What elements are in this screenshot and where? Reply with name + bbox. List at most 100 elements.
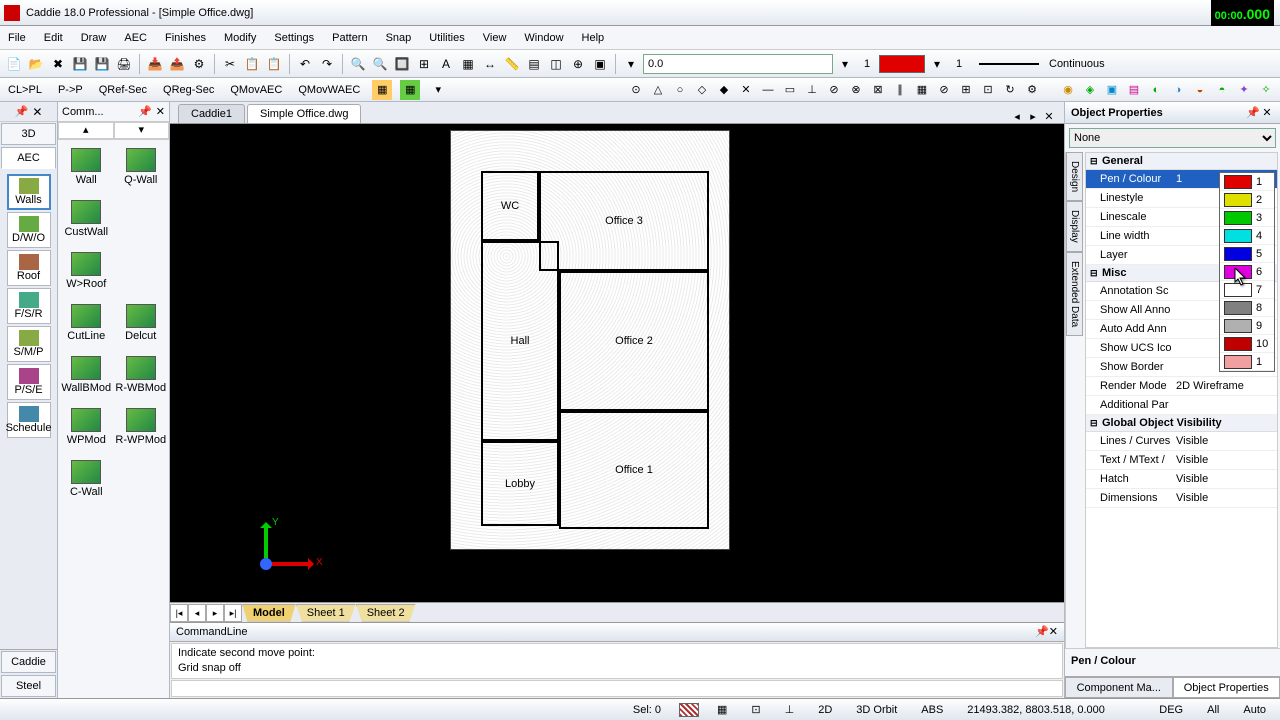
status-deg[interactable]: DEG — [1153, 704, 1189, 716]
menu-utilities[interactable]: Utilities — [429, 32, 464, 44]
color-option[interactable]: 1 — [1220, 353, 1274, 371]
menu-settings[interactable]: Settings — [274, 32, 314, 44]
status-auto[interactable]: Auto — [1237, 704, 1272, 716]
pin-icon[interactable]: 📌 — [1035, 625, 1049, 638]
snap-ins-icon[interactable]: ▭ — [780, 80, 800, 100]
aec-tool1-icon[interactable]: ◉ — [1058, 80, 1078, 100]
palette-WPMod[interactable]: WPMod — [60, 402, 113, 452]
tool-walls[interactable]: Walls — [7, 174, 51, 210]
snap-node-icon[interactable]: ◇ — [692, 80, 712, 100]
aec-tool8-icon[interactable]: ◓ — [1212, 80, 1232, 100]
tool-roof[interactable]: Roof — [7, 250, 51, 286]
hatch-icon[interactable]: ▦ — [458, 54, 478, 74]
snap-none-icon[interactable]: ⊘ — [934, 80, 954, 100]
close-icon[interactable]: ✕ — [1260, 106, 1274, 119]
close-icon[interactable]: ✕ — [1049, 625, 1058, 638]
zoom-window-icon[interactable]: 🔲 — [392, 54, 412, 74]
sheet-prev-icon[interactable]: ◂ — [188, 604, 206, 622]
color-option[interactable]: 2 — [1220, 191, 1274, 209]
zoom-out-icon[interactable]: 🔍 — [370, 54, 390, 74]
color-option[interactable]: 3 — [1220, 209, 1274, 227]
dropdown-icon[interactable]: ▾ — [621, 54, 641, 74]
snap-par-icon[interactable]: ∥ — [890, 80, 910, 100]
menu-view[interactable]: View — [483, 32, 507, 44]
drawing-canvas[interactable]: WC Office 3 Hall Office 2 Lobby Office 1… — [170, 124, 1064, 602]
palette-CutLine[interactable]: CutLine — [60, 298, 113, 348]
status-ortho-icon[interactable]: ⊥ — [779, 703, 801, 716]
snap-quad-icon[interactable]: ◆ — [714, 80, 734, 100]
undo-icon[interactable]: ↶ — [295, 54, 315, 74]
copy-icon[interactable]: 📋 — [242, 54, 262, 74]
palette-W>Roof[interactable]: W>Roof — [60, 246, 113, 296]
tb2-qmovaec[interactable]: QMovAEC — [226, 82, 286, 98]
palette-CustWall[interactable]: CustWall — [60, 194, 113, 244]
aec-tool2-icon[interactable]: ◈ — [1080, 80, 1100, 100]
menu-finishes[interactable]: Finishes — [165, 32, 206, 44]
palette-Delcut[interactable]: Delcut — [115, 298, 168, 348]
palette-R-WPMod[interactable]: R-WPMod — [115, 402, 168, 452]
palette-C-Wall[interactable]: C-Wall — [60, 454, 113, 504]
menu-help[interactable]: Help — [582, 32, 605, 44]
color-option[interactable]: 10 — [1220, 335, 1274, 353]
options-icon[interactable]: ⚙ — [189, 54, 209, 74]
scale-drop-icon[interactable]: ▾ — [835, 54, 855, 74]
snap-grid-icon[interactable]: ▦ — [912, 80, 932, 100]
aec-tool3-icon[interactable]: ▣ — [1102, 80, 1122, 100]
prop-row[interactable]: Text / MText /Visible — [1086, 451, 1277, 470]
status-grid-icon[interactable]: ▦ — [711, 703, 733, 716]
palette-WallBMod[interactable]: WallBMod — [60, 350, 113, 400]
snap-osnap-icon[interactable]: ⊞ — [956, 80, 976, 100]
status-hatch-icon[interactable] — [679, 703, 699, 717]
color-option[interactable]: 5 — [1220, 245, 1274, 263]
snap-endpoint-icon[interactable]: ⊙ — [626, 80, 646, 100]
snap-midpoint-icon[interactable]: △ — [648, 80, 668, 100]
rtab-extdata[interactable]: Extended Data — [1066, 252, 1083, 336]
tool-smp[interactable]: S/M/P — [7, 326, 51, 362]
pin-icon[interactable]: 📌 — [15, 105, 29, 118]
tb2-clpl[interactable]: CL>PL — [4, 82, 46, 98]
layers-icon[interactable]: ▤ — [524, 54, 544, 74]
sheet-next-icon[interactable]: ▸ — [206, 604, 224, 622]
rtab-design[interactable]: Design — [1066, 152, 1083, 201]
sheet-model[interactable]: Model — [242, 604, 296, 622]
status-all[interactable]: All — [1201, 704, 1225, 716]
pen-drop-icon[interactable]: ▾ — [927, 54, 947, 74]
prop-row[interactable]: Lines / CurvesVisible — [1086, 432, 1277, 451]
menu-window[interactable]: Window — [524, 32, 563, 44]
menu-file[interactable]: File — [8, 32, 26, 44]
text-icon[interactable]: A — [436, 54, 456, 74]
snap-near-icon[interactable]: ⊗ — [846, 80, 866, 100]
cut-icon[interactable]: ✂ — [220, 54, 240, 74]
rtab-display[interactable]: Display — [1066, 201, 1083, 252]
tb2-drop-icon[interactable]: ▾ — [428, 80, 448, 100]
tb2-icon1[interactable]: ▦ — [372, 80, 392, 100]
color-option[interactable]: 7 — [1220, 281, 1274, 299]
menu-draw[interactable]: Draw — [81, 32, 107, 44]
block-icon[interactable]: ◫ — [546, 54, 566, 74]
bottab-component[interactable]: Component Ma... — [1065, 677, 1173, 698]
palette-empty[interactable] — [115, 454, 168, 504]
aec-tool4-icon[interactable]: ▤ — [1124, 80, 1144, 100]
color-dropdown[interactable]: 123456789101 — [1219, 172, 1275, 372]
cmdline-input[interactable] — [171, 680, 1063, 697]
menu-modify[interactable]: Modify — [224, 32, 256, 44]
insert-icon[interactable]: ⊕ — [568, 54, 588, 74]
snap-ext-icon[interactable]: ― — [758, 80, 778, 100]
palette-down-icon[interactable]: ▾ — [114, 122, 170, 139]
sheet-2[interactable]: Sheet 2 — [356, 604, 416, 622]
doctab-simpleoffice[interactable]: Simple Office.dwg — [247, 104, 361, 123]
close-icon[interactable]: ✕ — [156, 105, 165, 118]
new-icon[interactable]: 📄 — [4, 54, 24, 74]
tb2-pp[interactable]: P->P — [54, 82, 87, 98]
import-icon[interactable]: 📥 — [145, 54, 165, 74]
snap-int-icon[interactable]: ✕ — [736, 80, 756, 100]
paste-icon[interactable]: 📋 — [264, 54, 284, 74]
property-grid[interactable]: ⊟General Pen / Colour1LinestyleLinescale… — [1085, 152, 1278, 648]
color-option[interactable]: 1 — [1220, 173, 1274, 191]
object-selector[interactable]: None — [1069, 128, 1276, 148]
palette-R-WBMod[interactable]: R-WBMod — [115, 350, 168, 400]
palette-Q-Wall[interactable]: Q-Wall — [115, 142, 168, 192]
print-icon[interactable]: 🖨 — [114, 54, 134, 74]
status-orbit[interactable]: 3D Orbit — [850, 704, 903, 716]
menu-edit[interactable]: Edit — [44, 32, 63, 44]
